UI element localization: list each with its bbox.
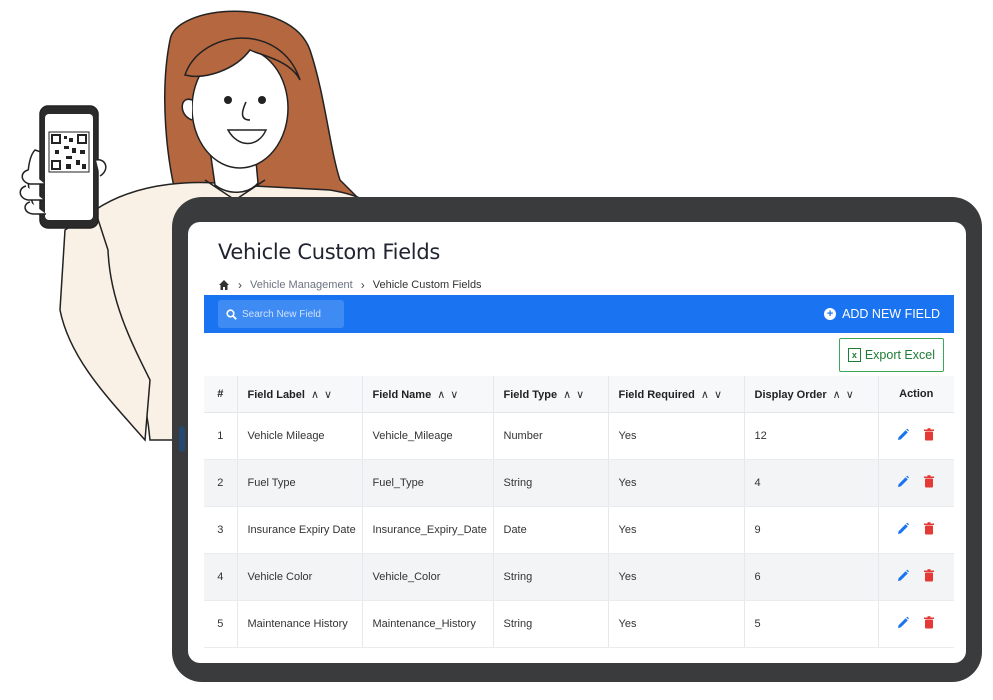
delete-icon[interactable] <box>923 428 935 441</box>
table-row: 3 Insurance Expiry Date Insurance_Expiry… <box>204 506 954 554</box>
cell-field-label: Maintenance History <box>237 600 363 648</box>
cell-action <box>878 412 954 460</box>
page-title: Vehicle Custom Fields <box>218 240 441 264</box>
column-header-action: Action <box>878 376 954 413</box>
sort-icon[interactable]: ∧∨ <box>311 389 337 401</box>
add-new-field-label: ADD NEW FIELD <box>842 307 940 321</box>
cell-number: 4 <box>204 553 238 601</box>
breadcrumb-item-vehicle-management[interactable]: Vehicle Management <box>250 279 353 291</box>
edit-icon[interactable] <box>897 616 910 629</box>
cell-field-type: Number <box>493 412 609 460</box>
cell-number: 5 <box>204 600 238 648</box>
column-header-field-label[interactable]: Field Label ∧∨ <box>237 376 363 413</box>
column-header-label: Field Name <box>372 388 432 401</box>
search-icon <box>226 308 237 320</box>
cell-field-label: Fuel Type <box>237 459 363 507</box>
cell-field-type: String <box>493 553 609 601</box>
cell-display-order: 12 <box>744 412 879 460</box>
breadcrumb: › Vehicle Management › Vehicle Custom Fi… <box>218 278 482 292</box>
table-row: 2 Fuel Type Fuel_Type String Yes 4 <box>204 459 954 507</box>
column-header-label: Field Label <box>247 388 305 401</box>
export-excel-button[interactable]: x Export Excel <box>838 338 944 372</box>
table-row: 4 Vehicle Color Vehicle_Color String Yes… <box>204 553 954 601</box>
cell-field-required: Yes <box>608 412 745 460</box>
column-header-display-order[interactable]: Display Order ∧∨ <box>744 376 879 413</box>
cell-field-type: Date <box>493 506 609 554</box>
delete-icon[interactable] <box>923 569 935 582</box>
column-header-number: # <box>204 376 238 413</box>
cell-field-type: String <box>493 600 609 648</box>
delete-icon[interactable] <box>923 522 935 535</box>
edit-icon[interactable] <box>897 522 910 535</box>
cell-field-name: Vehicle_Mileage <box>362 412 494 460</box>
cell-number: 2 <box>204 459 238 507</box>
cell-action <box>878 506 954 554</box>
cell-action <box>878 600 954 648</box>
column-header-label: Display Order <box>754 388 827 401</box>
cell-display-order: 5 <box>744 600 879 648</box>
add-new-field-button[interactable]: + ADD NEW FIELD <box>824 295 940 333</box>
sort-icon[interactable]: ∧∨ <box>563 389 589 401</box>
edit-icon[interactable] <box>897 569 910 582</box>
cell-field-label: Insurance Expiry Date <box>237 506 363 554</box>
export-excel-label: Export Excel <box>864 348 935 362</box>
chevron-right-icon: › <box>238 278 242 292</box>
cell-number: 1 <box>204 412 238 460</box>
sort-icon[interactable]: ∧∨ <box>437 389 463 401</box>
cell-display-order: 9 <box>744 506 879 554</box>
edit-icon[interactable] <box>897 475 910 488</box>
cell-field-required: Yes <box>608 600 745 648</box>
plus-circle-icon: + <box>824 308 837 320</box>
cell-display-order: 6 <box>744 553 879 601</box>
column-header-field-name[interactable]: Field Name ∧∨ <box>362 376 494 413</box>
cell-field-label: Vehicle Color <box>237 553 363 601</box>
table-header-row: # Field Label ∧∨ Field Name ∧∨ Field Type ∧… <box>204 376 954 413</box>
search-box[interactable] <box>218 300 344 328</box>
column-header-label: Field Type <box>503 388 558 401</box>
column-header-field-type[interactable]: Field Type ∧∨ <box>493 376 609 413</box>
cell-field-label: Vehicle Mileage <box>237 412 363 460</box>
cell-field-name: Insurance_Expiry_Date <box>362 506 494 554</box>
delete-icon[interactable] <box>923 475 935 488</box>
cell-display-order: 4 <box>744 459 879 507</box>
edit-icon[interactable] <box>897 428 910 441</box>
cell-field-required: Yes <box>608 553 745 601</box>
sort-icon[interactable]: ∧∨ <box>701 389 727 401</box>
excel-file-icon: x <box>847 348 861 362</box>
sort-icon[interactable]: ∧∨ <box>833 389 859 401</box>
column-header-label: # <box>217 388 224 400</box>
toolbar: + ADD NEW FIELD <box>204 295 954 333</box>
cell-action <box>878 553 954 601</box>
column-header-field-required[interactable]: Field Required ∧∨ <box>608 376 745 413</box>
breadcrumb-item-current: Vehicle Custom Fields <box>372 279 482 291</box>
tablet-screen: Vehicle Custom Fields › Vehicle Manageme… <box>188 222 966 663</box>
table-row: 5 Maintenance History Maintenance_Histor… <box>204 600 954 648</box>
column-header-label: Action <box>899 388 934 400</box>
chevron-right-icon: › <box>360 278 365 292</box>
cell-field-type: String <box>493 459 609 507</box>
fields-table: # Field Label ∧∨ Field Name ∧∨ Field Type ∧… <box>204 376 954 648</box>
column-header-label: Field Required <box>618 388 695 401</box>
cell-action <box>878 459 954 507</box>
qr-code-icon <box>48 131 90 173</box>
cell-field-name: Fuel_Type <box>362 459 494 507</box>
cell-field-required: Yes <box>608 506 745 554</box>
delete-icon[interactable] <box>923 616 935 629</box>
cell-field-name: Maintenance_History <box>362 600 494 648</box>
cell-field-required: Yes <box>608 459 745 507</box>
tablet-side-button <box>179 426 185 452</box>
cell-field-name: Vehicle_Color <box>362 553 494 601</box>
cell-number: 3 <box>204 506 238 554</box>
table-row: 1 Vehicle Mileage Vehicle_Mileage Number… <box>204 412 954 460</box>
home-icon[interactable] <box>218 279 230 291</box>
search-input[interactable] <box>242 308 342 320</box>
